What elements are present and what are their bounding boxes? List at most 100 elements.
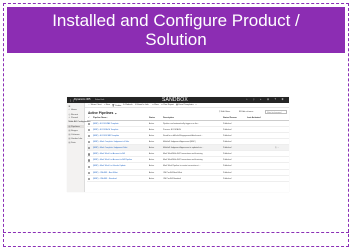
- description-cell: Process: ECOM ACH: [163, 128, 181, 131]
- column-header-name[interactable]: Pipeline Name ↑: [93, 117, 108, 119]
- description-cell: Mark Wish/Wish Bill Transactions and Inv…: [163, 153, 203, 156]
- table-row[interactable]: (MBP) - ECOM ETAF Template Active Stand fo…: [87, 133, 289, 140]
- table-row[interactable]: (MBP) - Mark Complete Judgement of Sale A…: [87, 139, 289, 146]
- row-select-radio[interactable]: [88, 128, 91, 132]
- row-select-radio[interactable]: [88, 153, 91, 156]
- description-cell: OM Pre-Bill Standard: [163, 177, 181, 180]
- status-cell: Active: [149, 128, 155, 131]
- status-reason-cell: Published: [223, 177, 232, 180]
- description-cell: Stand for e-bill/e-bill Engagement Attac…: [163, 134, 203, 137]
- description-cell: Multi-bill Judgement Agreement (MBC): [163, 141, 196, 144]
- sidebar-collapse-icon[interactable]: ☰: [69, 105, 71, 108]
- status-cell: Active: [149, 141, 155, 144]
- slide-title-line-1: Installed and Configure Product /: [52, 11, 300, 30]
- sidebar-item-home[interactable]: ⌂Home: [69, 109, 77, 111]
- status-reason-cell: Published: [223, 141, 232, 144]
- pipeline-name-link[interactable]: (MBP) - Mark Wish List Account to Bill P…: [93, 159, 132, 161]
- table-row[interactable]: (MBP) - Mark Wish List Vendor Update Acti…: [87, 164, 289, 170]
- description-cell: Mark Wish Pipeline to create transaction…: [163, 165, 201, 168]
- row-select-radio[interactable]: [88, 135, 91, 138]
- status-reason-cell: Published: [223, 134, 232, 137]
- row-select-radio[interactable]: [88, 159, 91, 162]
- sitemap-sidebar: ☰ ⌂Home ◷Recent ✩Pinned Multi-Bill Confi…: [67, 103, 90, 192]
- slide-title-line-2: Solution: [145, 30, 207, 49]
- status-reason-cell: Published: [223, 147, 232, 150]
- description-cell: Multi-bill Judgement Agreement is update…: [163, 147, 204, 150]
- status-reason-cell: Published: [223, 165, 232, 168]
- pipeline-name-link[interactable]: (MBP) - OM ASF - Best Effort: [93, 172, 118, 174]
- select-all-checkbox[interactable]: ✓: [88, 117, 90, 119]
- sidebar-item-pinned[interactable]: ✩Pinned: [69, 116, 78, 119]
- table-row[interactable]: (MBP) - Mark Complete Judgement Debt Acti…: [87, 145, 289, 152]
- row-select-radio[interactable]: [88, 171, 91, 174]
- status-cell: Active: [149, 165, 155, 168]
- more-commands-button[interactable]: ⋯: [195, 104, 197, 106]
- edit-columns-button[interactable]: ☰ Edit columns: [239, 111, 253, 113]
- pipeline-name-link[interactable]: (MBP) - OM ASF - Standard: [93, 178, 117, 180]
- table-row[interactable]: (MBP) - Mark Wish List Account to Bill Ac…: [87, 152, 289, 158]
- show-chart-button[interactable]: ← Show Chart: [88, 104, 102, 106]
- table-row[interactable]: (MBP) - Mark Wish List Account to Bill P…: [87, 158, 289, 164]
- status-cell: Active: [149, 122, 155, 125]
- column-header-last-activated[interactable]: Last Activated: [247, 117, 261, 119]
- nav-action-icons[interactable]: ⌕ ⚲ + ⚙ ? ◉: [246, 98, 286, 101]
- dynamics-window: ⋮⋮ Dynamics 365 Sales Hub SANDBOX ⌕ ⚲ + …: [67, 97, 289, 192]
- table-row[interactable]: (MBP) - ECOM WAF Template Active Pipeline …: [87, 121, 289, 127]
- table-row[interactable]: (MBP) - OM ASF - Best Effort Active OM Pre…: [87, 170, 289, 176]
- row-select-radio[interactable]: [88, 122, 91, 126]
- pipeline-name-link[interactable]: (MBP) - ECOM WAF Template: [93, 123, 119, 125]
- pipeline-name-link[interactable]: (MBP) - Mark Wish List Account to Bill: [93, 153, 125, 155]
- delete-button[interactable]: 🗑 Delete: [112, 104, 121, 107]
- brand-label[interactable]: Dynamics 365: [74, 98, 90, 101]
- row-select-radio[interactable]: [88, 147, 91, 150]
- sidebar-item-data[interactable]: ▤Data: [69, 141, 76, 144]
- sidebar-item-columns[interactable]: ▤Columns: [69, 133, 80, 136]
- sidebar-item-stages[interactable]: ▤Stages: [69, 129, 78, 132]
- status-cell: Active: [149, 147, 155, 150]
- status-cell: Active: [149, 153, 155, 156]
- table-row[interactable]: (MBP) - OM ASF - Standard Active OM Pre-Bi…: [87, 176, 289, 182]
- row-select-radio[interactable]: [88, 165, 91, 168]
- view-selector[interactable]: Active Pipelines ⌄: [88, 111, 117, 115]
- description-cell: Mark Wish/Wish Bill Transactions and Inv…: [163, 159, 203, 162]
- slide-title-banner: Installed and Configure Product / Soluti…: [7, 7, 345, 53]
- flow-button[interactable]: ⬎ Flow: [152, 104, 159, 106]
- row-select-radio[interactable]: [88, 141, 91, 144]
- pipeline-name-link[interactable]: (MBP) - Mark Complete Judgement Debt: [93, 147, 127, 149]
- status-reason-cell: Published: [223, 122, 232, 125]
- bottom-divider: [3, 232, 349, 233]
- sandbox-label: SANDBOX: [162, 97, 188, 103]
- status-reason-cell: Published: [223, 171, 232, 174]
- status-cell: Active: [149, 159, 155, 162]
- column-header-description[interactable]: Description: [163, 117, 174, 119]
- pipeline-name-link[interactable]: (MBP) - Mark Complete Judgement of Sale: [93, 141, 129, 143]
- description-cell: OM Pre-Bill Best Effort: [163, 171, 182, 174]
- status-reason-cell: Published: [223, 159, 232, 162]
- environment-label: Sales Hub: [95, 98, 105, 101]
- pipeline-name-link[interactable]: (MBP) - ECOM ETAF Template: [93, 135, 119, 137]
- pipeline-name-link[interactable]: (MBP) - Mark Wish List Vendor Update: [93, 165, 126, 167]
- status-cell: Active: [149, 171, 155, 174]
- description-cell: Pipeline and automatically triggers on t…: [163, 122, 200, 125]
- status-cell: Active: [149, 177, 155, 180]
- app-launcher-icon[interactable]: ⋮⋮: [69, 98, 75, 102]
- column-header-status-reason[interactable]: Status Reason: [223, 117, 237, 119]
- sidebar-item-vendor-info[interactable]: ▤Vendor Info: [69, 137, 83, 140]
- sidebar-item-pipelines[interactable]: ▤Pipelines: [67, 125, 85, 128]
- grid-header: ✓ Pipeline Name ↑ Status Description Sta…: [87, 117, 289, 121]
- status-cell: Active: [149, 134, 155, 137]
- status-reason-cell: Published: [223, 128, 232, 131]
- command-bar: ← Show Chart + New 🗑 Delete ⟳ Refresh ✉ …: [85, 103, 289, 108]
- pipeline-name-link[interactable]: (MBP) - ECOM ACH Template: [93, 129, 118, 131]
- filter-keyword-input[interactable]: Filter by keyword: [265, 110, 287, 114]
- run-report-button[interactable]: ⬎ Run Report: [161, 104, 174, 106]
- row-select-radio[interactable]: [88, 177, 91, 180]
- email-link-button[interactable]: ✉ Email a Link: [135, 104, 149, 106]
- new-button[interactable]: + New: [104, 104, 110, 106]
- edit-filters-button[interactable]: ⚲ Edit filters: [219, 111, 230, 113]
- row-actions-icon[interactable]: ⎘ ⋯: [275, 147, 279, 149]
- table-row[interactable]: (MBP) - ECOM ACH Template Active Process: …: [87, 127, 289, 133]
- refresh-button[interactable]: ⟳ Refresh: [123, 104, 133, 106]
- excel-templates-button[interactable]: ▦ Excel Templates: [176, 104, 194, 106]
- column-header-status[interactable]: Status: [149, 117, 155, 119]
